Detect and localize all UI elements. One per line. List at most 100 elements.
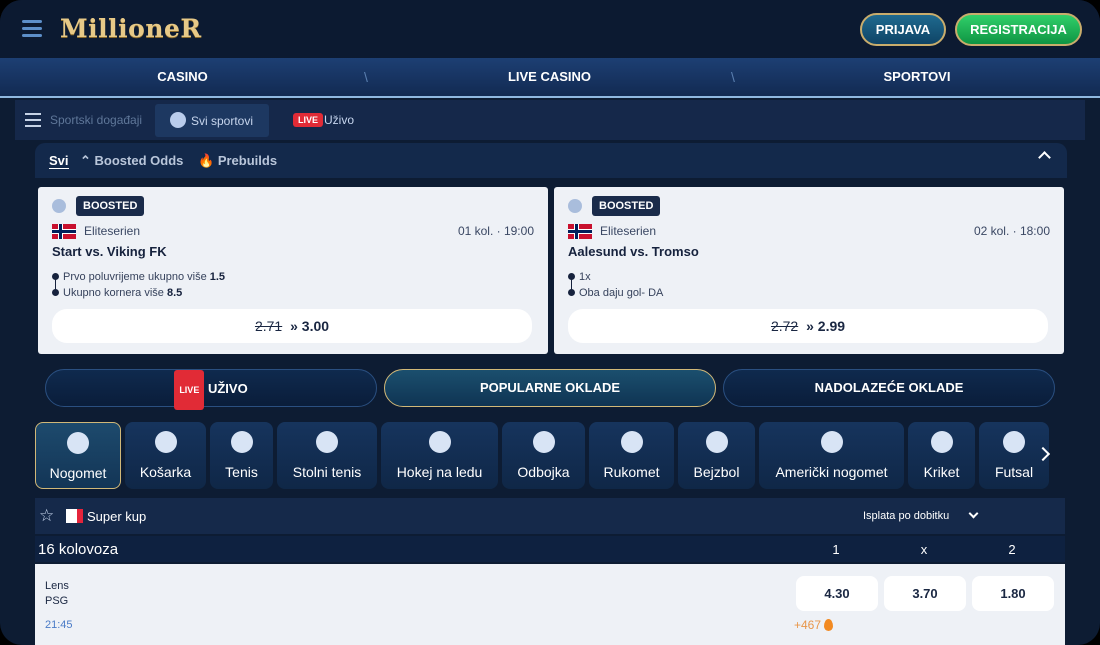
tennis-ball-icon (230, 431, 253, 453)
sport-baseball[interactable]: Bejzbol (678, 422, 755, 489)
flame-icon (824, 619, 834, 631)
logo[interactable]: MillioneR (60, 14, 202, 43)
match-title[interactable]: Start vs. Viking FK (52, 244, 167, 259)
sport-label: Košarka (139, 464, 192, 480)
date-header: 16 kolovoza 1 x 2 (35, 536, 1065, 562)
tab-boosted-odds[interactable]: ⌃ Boosted Odds (80, 153, 183, 169)
more-markets-link[interactable]: +467 (794, 618, 834, 632)
sport-volleyball[interactable]: Odbojka (502, 422, 585, 489)
tab-all-sports-label: Svi sportovi (191, 114, 254, 128)
selection-1: Prvo poluvrijeme ukupno više 1.5 (52, 271, 225, 283)
nav-casino[interactable]: CASINO (0, 58, 365, 96)
more-markets-count: +467 (794, 618, 822, 632)
sport-football[interactable]: Nogomet (35, 422, 121, 489)
match-time: 02 kol. · 18:00 (973, 224, 1050, 238)
nav-sports[interactable]: SPORTOVI (734, 58, 1100, 96)
selection-1: 1x (568, 271, 591, 283)
sport-label: Američki nogomet (775, 464, 888, 480)
league-name: Eliteserien (84, 224, 141, 238)
league-name: Eliteserien (600, 224, 657, 238)
sport-cricket[interactable]: Kriket (908, 422, 975, 489)
event-row[interactable]: Lens PSG 21:45 4.30 3.70 1.80 +467 (35, 564, 1065, 645)
sport-handball[interactable]: Rukomet (589, 422, 674, 489)
selection-text: 1x (579, 271, 591, 283)
chevrons-up-icon: ⌃ (80, 153, 91, 168)
sport-table-tennis[interactable]: Stolni tenis (277, 422, 377, 489)
tab-popular-bets[interactable]: POPULARNE OKLADE (384, 369, 716, 407)
sport-label: Odbojka (517, 464, 570, 480)
sport-ice-hockey[interactable]: Hokej na ledu (381, 422, 498, 489)
main-nav: CASINO \ LIVE CASINO \ SPORTOVI (0, 58, 1100, 98)
soccer-ball-icon (52, 199, 66, 213)
league-name[interactable]: Super kup (87, 509, 146, 524)
top-header: MillioneR PRIJAVA REGISTRACIJA (0, 0, 1100, 58)
league-header: ☆ Super kup Isplata po dobitku (35, 498, 1065, 534)
baseball-icon (705, 431, 728, 453)
boosted-card: BOOSTED Eliteserien 01 kol. · 19:00 Star… (38, 187, 548, 354)
selection-text: Prvo poluvrijeme ukupno više (63, 271, 207, 283)
selection-text: Oba daju gol- DA (579, 287, 664, 299)
login-button[interactable]: PRIJAVA (860, 13, 946, 46)
soccer-ball-icon (568, 199, 582, 213)
sport-label: Tenis (225, 464, 258, 480)
sport-label: Nogomet (49, 465, 107, 481)
arrow-icon: » (806, 318, 814, 334)
tab-all-sports[interactable]: Svi sportovi (155, 104, 269, 137)
sport-label: Bejzbol (693, 464, 740, 480)
sport-label: Futsal (994, 464, 1034, 480)
nav-live-casino[interactable]: LIVE CASINO (367, 58, 732, 96)
payout-dropdown[interactable]: Isplata po dobitku (863, 510, 949, 522)
tab-prebuilds[interactable]: 🔥 Prebuilds (198, 153, 277, 169)
register-button[interactable]: REGISTRACIJA (955, 13, 1082, 46)
boosted-panel-header: Svi ⌃ Boosted Odds 🔥 Prebuilds (35, 143, 1067, 178)
tab-live[interactable]: Uživo (324, 113, 354, 127)
odd-away-button[interactable]: 1.80 (972, 576, 1054, 611)
star-icon[interactable]: ☆ (39, 507, 54, 525)
home-team: Lens (45, 580, 69, 592)
boosted-card: BOOSTED Eliteserien 02 kol. · 18:00 Aale… (554, 187, 1064, 354)
column-header-2: 2 (1008, 542, 1016, 557)
norway-flag-icon (52, 224, 76, 239)
old-odds: 2.72 (770, 318, 799, 334)
soccer-ball-icon (170, 112, 186, 128)
tab-upcoming-bets[interactable]: NADOLAZEĆE OKLADE (723, 369, 1055, 407)
basketball-icon (154, 431, 177, 453)
nav-separator: \ (731, 69, 735, 85)
tab-prebuilds-label: Prebuilds (217, 153, 278, 168)
hockey-stick-icon (428, 431, 451, 453)
match-title[interactable]: Aalesund vs. Tromso (568, 244, 699, 259)
boosted-badge: BOOSTED (592, 196, 661, 216)
sports-events-label[interactable]: Sportski događaji (50, 113, 142, 127)
sport-american-football[interactable]: Američki nogomet (759, 422, 904, 489)
tab-all[interactable]: Svi (49, 153, 69, 169)
football-helmet-icon (820, 431, 843, 453)
old-odds: 2.71 (254, 318, 283, 334)
sports-carousel: Nogomet Košarka Tenis Stolni tenis Hokej… (35, 422, 1065, 490)
selection-2: Oba daju gol- DA (568, 287, 663, 299)
column-header-1: 1 (832, 542, 840, 557)
soccer-ball-icon (67, 432, 89, 454)
odd-home-button[interactable]: 4.30 (796, 576, 878, 611)
odd-draw-button[interactable]: 3.70 (884, 576, 966, 611)
event-time: 21:45 (45, 619, 73, 631)
table-tennis-icon (316, 431, 338, 453)
match-time: 01 kol. · 19:00 (457, 224, 534, 238)
boosted-odds-button[interactable]: 2.71 » 3.00 (52, 309, 532, 343)
menu-icon[interactable] (25, 113, 41, 127)
tab-live-bets[interactable]: LIVE UŽIVO (45, 369, 377, 410)
chevron-down-icon[interactable] (968, 508, 979, 519)
volleyball-icon (532, 431, 555, 453)
sport-label: Stolni tenis (292, 464, 362, 480)
nav-separator: \ (364, 69, 368, 85)
sport-basketball[interactable]: Košarka (125, 422, 206, 489)
boosted-badge: BOOSTED (76, 196, 145, 216)
france-flag-icon (66, 509, 83, 523)
app-window: MillioneR PRIJAVA REGISTRACIJA CASINO \ … (0, 0, 1100, 645)
collapse-chevron-icon[interactable] (1038, 151, 1051, 164)
selection-text: Ukupno kornera više (63, 287, 164, 299)
boosted-odds-button[interactable]: 2.72 » 2.99 (568, 309, 1048, 343)
sports-subnav: Sportski događaji Svi sportovi LIVE Uživ… (15, 100, 1085, 140)
hamburger-menu-icon[interactable] (22, 20, 42, 38)
sport-tennis[interactable]: Tenis (210, 422, 273, 489)
selection-2: Ukupno kornera više 8.5 (52, 287, 182, 299)
